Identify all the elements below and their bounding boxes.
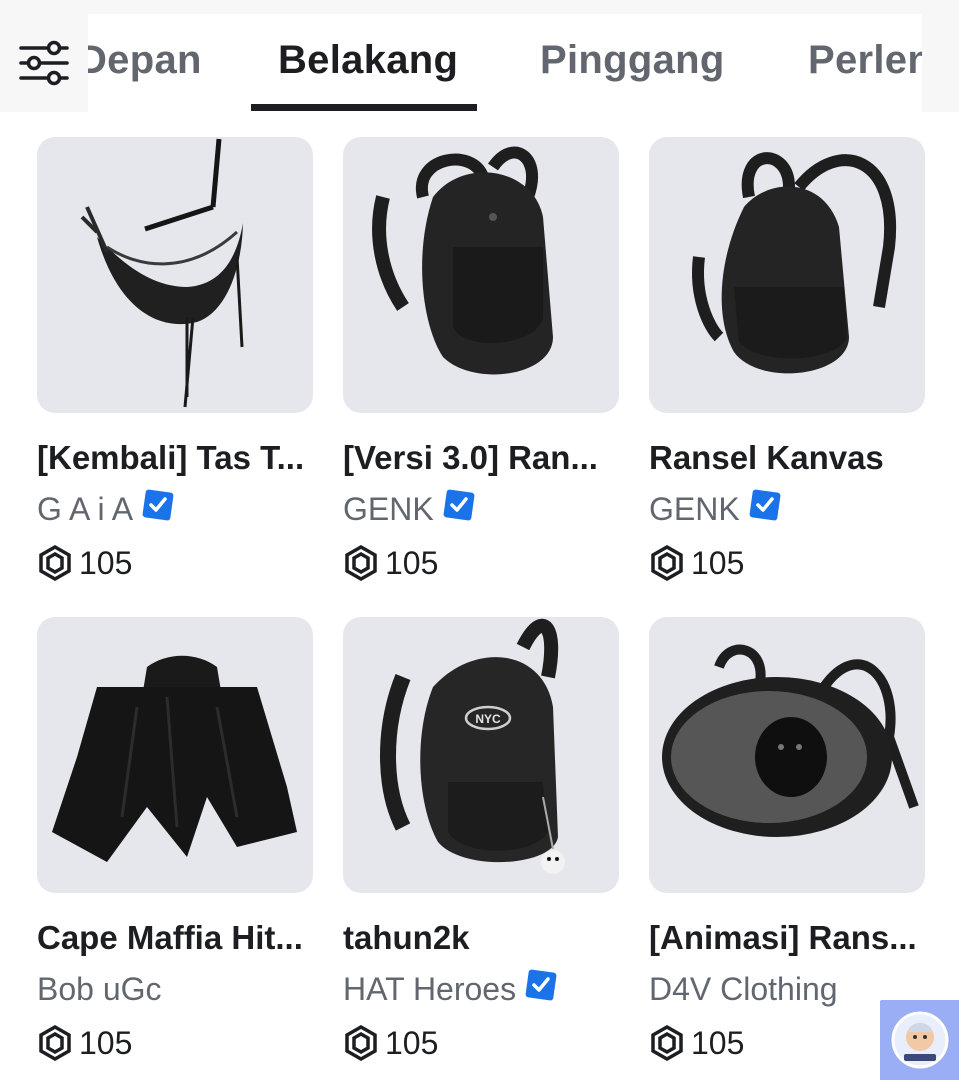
nyc-backpack-icon: NYC [380, 619, 565, 874]
item-name[interactable]: tahun2k [343, 917, 619, 959]
creator-name[interactable]: D4V Clothing [649, 969, 838, 1009]
item-price: 105 [343, 543, 619, 583]
item-price: 105 [649, 543, 925, 583]
tab-strip: Depan Belakang Pinggang Perlengkapan [88, 14, 922, 112]
item-name[interactable]: Ransel Kanvas [649, 437, 925, 479]
item-name[interactable]: [Animasi] Rans... [649, 917, 925, 959]
item-thumbnail[interactable] [37, 617, 313, 893]
robux-icon [345, 1025, 377, 1061]
creator-name[interactable]: Bob uGc [37, 969, 162, 1009]
avatar-face-icon [891, 1011, 948, 1069]
item-name[interactable]: [Kembali] Tas T... [37, 437, 313, 479]
verified-badge-icon [749, 489, 781, 521]
item-thumbnail[interactable] [37, 137, 313, 413]
robux-icon [39, 545, 71, 581]
cape-icon [52, 655, 297, 862]
creator-name[interactable]: GENK [343, 489, 434, 529]
robux-icon [651, 545, 683, 581]
robux-icon [651, 1025, 683, 1061]
item-creator[interactable]: GENK [343, 489, 619, 529]
item-thumbnail[interactable]: NYC [343, 617, 619, 893]
creator-name[interactable]: HAT Heroes [343, 969, 516, 1009]
shoulder-bag-icon [80, 138, 244, 408]
price-value: 105 [691, 1025, 745, 1061]
catalog-item-card[interactable]: Ransel Kanvas GENK 105 [649, 137, 925, 583]
backpack-icon [372, 146, 553, 375]
tab-perlengkapan[interactable]: Perlengkapan [808, 38, 922, 83]
price-value: 105 [385, 545, 439, 581]
filter-button[interactable] [0, 14, 88, 112]
robux-icon [39, 1025, 71, 1061]
price-value: 105 [691, 545, 745, 581]
category-header: Depan Belakang Pinggang Perlengkapan [0, 0, 959, 112]
catalog-item-card[interactable]: [Versi 3.0] Ran... GENK 105 [343, 137, 619, 583]
item-creator[interactable]: Bob uGc [37, 969, 313, 1009]
verified-badge-icon [443, 489, 475, 521]
verified-badge-icon [525, 969, 557, 1001]
item-name[interactable]: [Versi 3.0] Ran... [343, 437, 619, 479]
item-thumbnail[interactable] [649, 137, 925, 413]
catalog-item-card[interactable]: Cape Maffia Hit... Bob uGc 105 [37, 617, 313, 1063]
item-thumbnail[interactable] [343, 137, 619, 413]
catalog-item-card[interactable]: [Kembali] Tas T... G A i A 105 [37, 137, 313, 583]
price-value: 105 [385, 1025, 439, 1061]
item-price: 105 [37, 1023, 313, 1063]
backpack-icon [692, 152, 897, 374]
verified-badge-icon [142, 489, 174, 521]
creator-name[interactable]: G A i A [37, 489, 133, 529]
active-tab-indicator [251, 104, 477, 111]
item-price: 105 [343, 1023, 619, 1063]
item-name[interactable]: Cape Maffia Hit... [37, 917, 313, 959]
filter-sliders-icon [19, 40, 69, 86]
svg-text:NYC: NYC [475, 712, 501, 726]
item-price: 105 [37, 543, 313, 583]
item-creator[interactable]: G A i A [37, 489, 313, 529]
tab-strip-fade [922, 14, 959, 112]
eyeball-backpack-icon [662, 644, 919, 837]
tab-belakang[interactable]: Belakang [278, 38, 458, 83]
item-thumbnail[interactable] [649, 617, 925, 893]
tab-pinggang[interactable]: Pinggang [540, 38, 725, 83]
tab-depan[interactable]: Depan [88, 38, 202, 83]
catalog-item-card[interactable]: [Animasi] Rans... D4V Clothing 105 [649, 617, 925, 1063]
robux-icon [345, 545, 377, 581]
catalog-item-card[interactable]: NYC tahun2k HAT Heroes 105 [343, 617, 619, 1063]
price-value: 105 [79, 545, 133, 581]
creator-name[interactable]: GENK [649, 489, 740, 529]
item-creator[interactable]: GENK [649, 489, 925, 529]
price-value: 105 [79, 1025, 133, 1061]
item-creator[interactable]: HAT Heroes [343, 969, 619, 1009]
floating-avatar-button[interactable] [880, 1000, 959, 1080]
